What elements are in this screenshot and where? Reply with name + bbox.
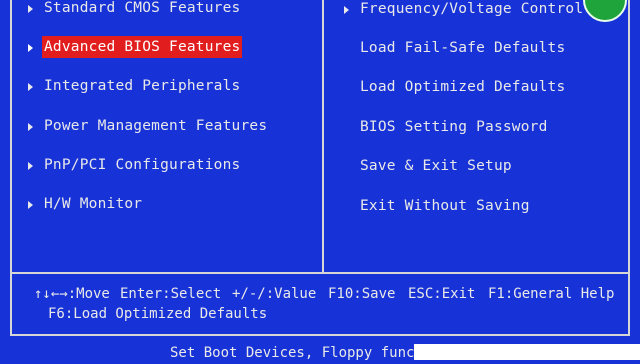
help-key-save: F10:Save xyxy=(328,286,396,302)
panel-right-border xyxy=(628,0,630,336)
menu-item-label: Load Optimized Defaults xyxy=(360,79,566,95)
panel-top-border xyxy=(10,0,12,272)
status-bar: Set Boot Devices, Floppy functi xyxy=(0,338,640,361)
menu-item-label: H/W Monitor xyxy=(44,196,143,212)
help-key-value: +/-/:Value xyxy=(232,286,317,302)
menu-item-label: Standard CMOS Features xyxy=(44,0,241,16)
arrow-right-icon xyxy=(28,201,33,209)
arrow-right-icon xyxy=(344,6,349,14)
menu-item-label: Exit Without Saving xyxy=(360,198,530,214)
help-key-load-optimized: F6:Load Optimized Defaults xyxy=(48,306,268,322)
menu-item-label: BIOS Setting Password xyxy=(360,119,548,135)
menu-item-label: Load Fail-Safe Defaults xyxy=(360,40,566,56)
menu-item-label: PnP/PCI Configurations xyxy=(44,157,241,173)
arrow-right-icon xyxy=(28,44,33,52)
arrow-right-icon xyxy=(28,83,33,91)
panel-help-bottom xyxy=(10,334,630,336)
arrow-right-icon xyxy=(28,123,33,131)
menu-item-label: Frequency/Voltage Control xyxy=(360,1,584,17)
menu-item-label: Save & Exit Setup xyxy=(360,158,512,174)
help-key-general-help: F1:General Help xyxy=(488,286,615,302)
panel-divider xyxy=(322,0,324,272)
arrow-right-icon xyxy=(28,5,33,13)
logo-badge-icon xyxy=(583,0,627,22)
help-key-exit: ESC:Exit xyxy=(408,286,476,302)
menu-item-label: Integrated Peripherals xyxy=(44,78,241,94)
status-text: Set Boot Devices, Floppy functi xyxy=(170,345,432,361)
help-key-move: ↑↓←→:Move xyxy=(34,286,110,302)
arrow-right-icon xyxy=(28,162,33,170)
panel-menu-bottom xyxy=(10,272,630,274)
menu-item-label: Power Management Features xyxy=(44,118,268,134)
help-key-select: Enter:Select xyxy=(120,286,222,302)
panel-left-lower xyxy=(10,272,12,336)
menu-item-label: Advanced BIOS Features xyxy=(42,36,243,58)
overlay-block xyxy=(414,344,640,360)
